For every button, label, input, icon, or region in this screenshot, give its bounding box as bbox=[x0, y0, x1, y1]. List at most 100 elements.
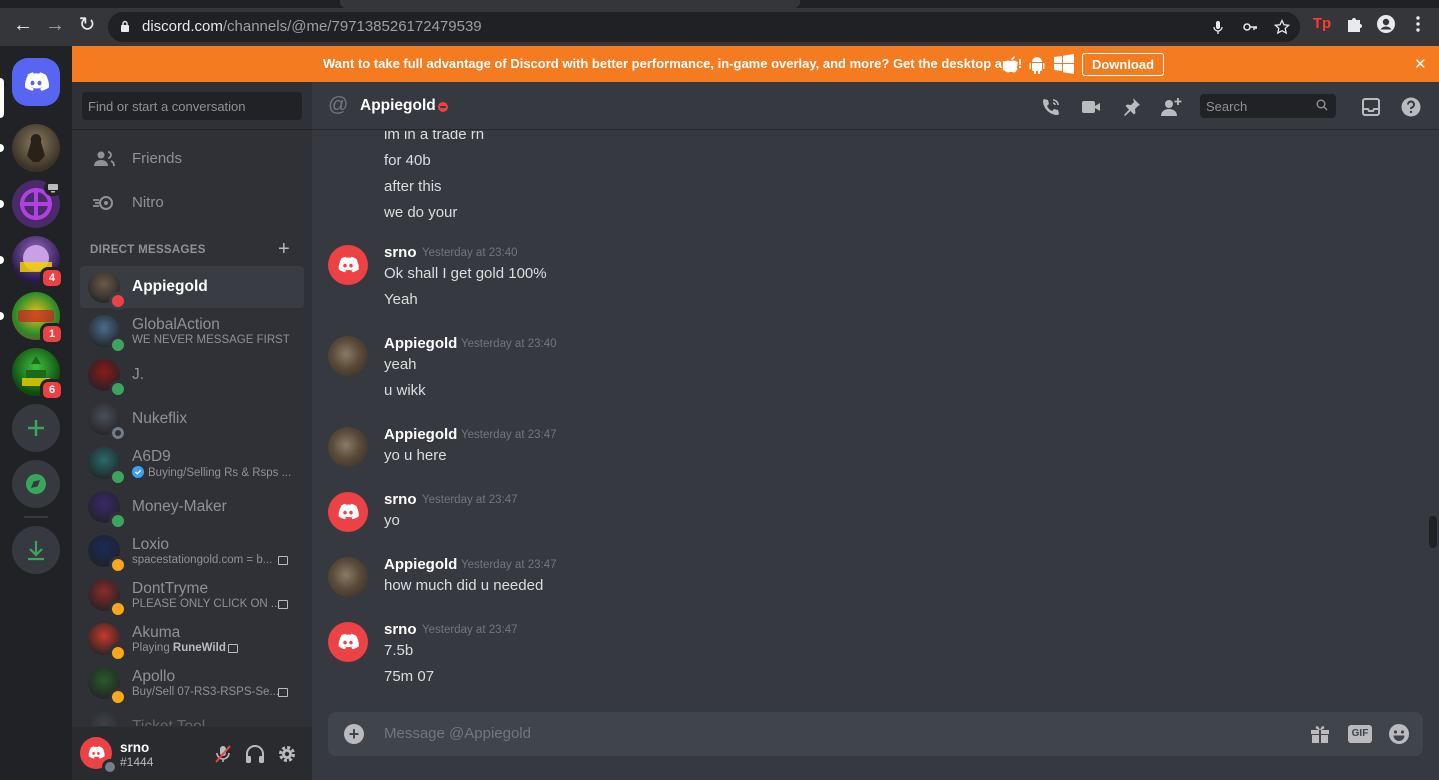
forward-button[interactable]: → bbox=[44, 14, 66, 36]
message-line: we do your bbox=[384, 204, 458, 221]
message-avatar[interactable] bbox=[328, 622, 368, 662]
find-conversation-input[interactable]: Find or start a conversation bbox=[82, 92, 302, 120]
dm-name: Money-Maker bbox=[132, 498, 227, 515]
menu-dots-icon[interactable] bbox=[1408, 14, 1428, 34]
add-server-button[interactable] bbox=[12, 404, 60, 452]
user-panel: srno #1444 bbox=[72, 727, 312, 780]
dm-name: DontTryme bbox=[132, 580, 209, 597]
emoji-picker-icon[interactable] bbox=[1388, 723, 1410, 745]
chat-search-input[interactable]: Search bbox=[1200, 94, 1336, 118]
download-apps-button[interactable] bbox=[12, 526, 60, 574]
message-avatar[interactable] bbox=[328, 557, 368, 597]
pinned-messages-icon[interactable] bbox=[1120, 96, 1142, 118]
message-avatar[interactable] bbox=[328, 427, 368, 467]
add-friend-to-dm-icon[interactable] bbox=[1160, 96, 1182, 118]
rich-presence-icon bbox=[228, 644, 238, 653]
user-status-indicator bbox=[102, 759, 118, 775]
download-icon bbox=[28, 541, 44, 561]
address-bar[interactable]: discord.com/channels/@me/797138526172479… bbox=[108, 12, 1300, 42]
dm-item-j-[interactable]: J. bbox=[80, 354, 304, 398]
mute-microphone-icon[interactable] bbox=[212, 743, 234, 765]
message-author[interactable]: Appiegold bbox=[384, 556, 457, 573]
profile-icon[interactable] bbox=[1376, 14, 1396, 34]
message-timestamp: Yesterday at 23:47 bbox=[461, 559, 557, 571]
scrollbar-thumb[interactable] bbox=[1429, 516, 1437, 548]
dm-item-loxio[interactable]: Loxio spacestationgold.com = b... bbox=[80, 530, 304, 574]
desktop-app-banner: Want to take full advantage of Discord w… bbox=[72, 46, 1439, 82]
dm-sidebar: Find or start a conversation Friends Nit… bbox=[72, 82, 312, 780]
message-avatar[interactable] bbox=[328, 492, 368, 532]
status-online-indicator bbox=[109, 380, 127, 398]
message-line: im in a trade rn bbox=[384, 130, 485, 143]
discord-logo-icon bbox=[338, 633, 359, 650]
message-author[interactable]: Appiegold bbox=[384, 426, 457, 443]
explore-servers-button[interactable] bbox=[12, 460, 60, 508]
dm-item-a6d9[interactable]: A6D9 Buying/Selling Rs & Rsps ... bbox=[80, 442, 304, 486]
nitro-icon bbox=[93, 196, 113, 210]
extension-tp-icon[interactable]: Tp bbox=[1312, 14, 1332, 34]
dm-item-ticket-tool[interactable]: Ticket Tool bbox=[80, 706, 304, 726]
gift-icon[interactable] bbox=[1309, 723, 1331, 745]
close-banner-icon[interactable]: ✕ bbox=[1414, 55, 1427, 73]
settings-gear-icon[interactable] bbox=[276, 743, 298, 765]
message-avatar[interactable] bbox=[328, 245, 368, 285]
chat-area: @ Appiegold Search im in a trade rn for 4… bbox=[312, 82, 1439, 780]
home-button[interactable] bbox=[12, 58, 60, 106]
status-idle-indicator bbox=[109, 600, 127, 618]
banner-message: Want to take full advantage of Discord w… bbox=[323, 56, 1023, 71]
dm-name: Apollo bbox=[132, 668, 176, 685]
back-button[interactable]: ← bbox=[12, 14, 34, 36]
server-1[interactable] bbox=[12, 124, 60, 172]
key-icon[interactable] bbox=[1242, 19, 1258, 35]
message-author[interactable]: Appiegold bbox=[384, 335, 457, 352]
puzzle-icon[interactable] bbox=[1344, 14, 1364, 34]
dm-name: A6D9 bbox=[132, 448, 171, 465]
dm-avatar bbox=[88, 711, 120, 726]
headphones-icon[interactable] bbox=[244, 743, 266, 765]
message-composer[interactable]: + Message @Appiegold GIF bbox=[328, 712, 1423, 756]
help-icon[interactable] bbox=[1400, 96, 1422, 118]
discord-logo-icon bbox=[338, 256, 359, 273]
upload-plus-icon[interactable]: + bbox=[344, 724, 364, 744]
message-author[interactable]: srno bbox=[384, 244, 417, 261]
windows-icon bbox=[1054, 54, 1074, 74]
status-idle-indicator bbox=[109, 688, 127, 706]
browser-tab[interactable] bbox=[340, 0, 800, 8]
status-idle-indicator bbox=[109, 556, 127, 574]
dm-item-donttryme[interactable]: DontTryme PLEASE ONLY CLICK ON ... bbox=[80, 574, 304, 618]
message-list: im in a trade rn for 40b after this we do y… bbox=[312, 130, 1439, 710]
dm-item-apollo[interactable]: Apollo Buy/Sell 07-RS3-RSPS-Se... bbox=[80, 662, 304, 706]
rich-presence-icon bbox=[278, 688, 288, 697]
message-author[interactable]: srno bbox=[384, 621, 417, 638]
gif-button[interactable]: GIF bbox=[1348, 725, 1372, 743]
video-call-icon[interactable] bbox=[1080, 96, 1102, 118]
nav-nitro[interactable]: Nitro bbox=[80, 182, 304, 224]
apple-icon bbox=[1003, 56, 1018, 73]
home-pill bbox=[0, 78, 4, 118]
reload-button[interactable]: ↻ bbox=[76, 14, 98, 36]
lock-icon bbox=[121, 20, 129, 32]
chat-title: Appiegold bbox=[360, 97, 436, 114]
message-timestamp: Yesterday at 23:40 bbox=[422, 247, 518, 259]
dm-item-globalaction[interactable]: GlobalAction WE NEVER MESSAGE FIRST bbox=[80, 310, 304, 354]
discord-logo-icon bbox=[24, 72, 50, 91]
voice-call-icon[interactable] bbox=[1040, 96, 1062, 118]
nav-friends[interactable]: Friends bbox=[80, 138, 304, 180]
unread-pip bbox=[0, 312, 4, 320]
inbox-icon[interactable] bbox=[1360, 96, 1382, 118]
create-dm-icon[interactable]: + bbox=[278, 239, 290, 259]
microphone-icon[interactable] bbox=[1210, 19, 1226, 35]
download-button[interactable]: Download bbox=[1082, 53, 1164, 76]
dm-item-nukeflix[interactable]: Nukeflix bbox=[80, 398, 304, 442]
dm-item-money-maker[interactable]: Money-Maker bbox=[80, 486, 304, 530]
message-line: 7.5b bbox=[384, 642, 414, 659]
status-online-indicator bbox=[109, 336, 127, 354]
message-avatar[interactable] bbox=[328, 336, 368, 376]
dm-item-appiegold[interactable]: Appiegold bbox=[80, 266, 304, 310]
dm-name: Ticket Tool bbox=[132, 718, 205, 726]
divider bbox=[72, 129, 312, 130]
dm-item-akuma[interactable]: Akuma Playing RuneWild bbox=[80, 618, 304, 662]
star-icon[interactable] bbox=[1274, 19, 1290, 35]
message-author[interactable]: srno bbox=[384, 491, 417, 508]
message-line: 75m 07 bbox=[384, 668, 435, 685]
